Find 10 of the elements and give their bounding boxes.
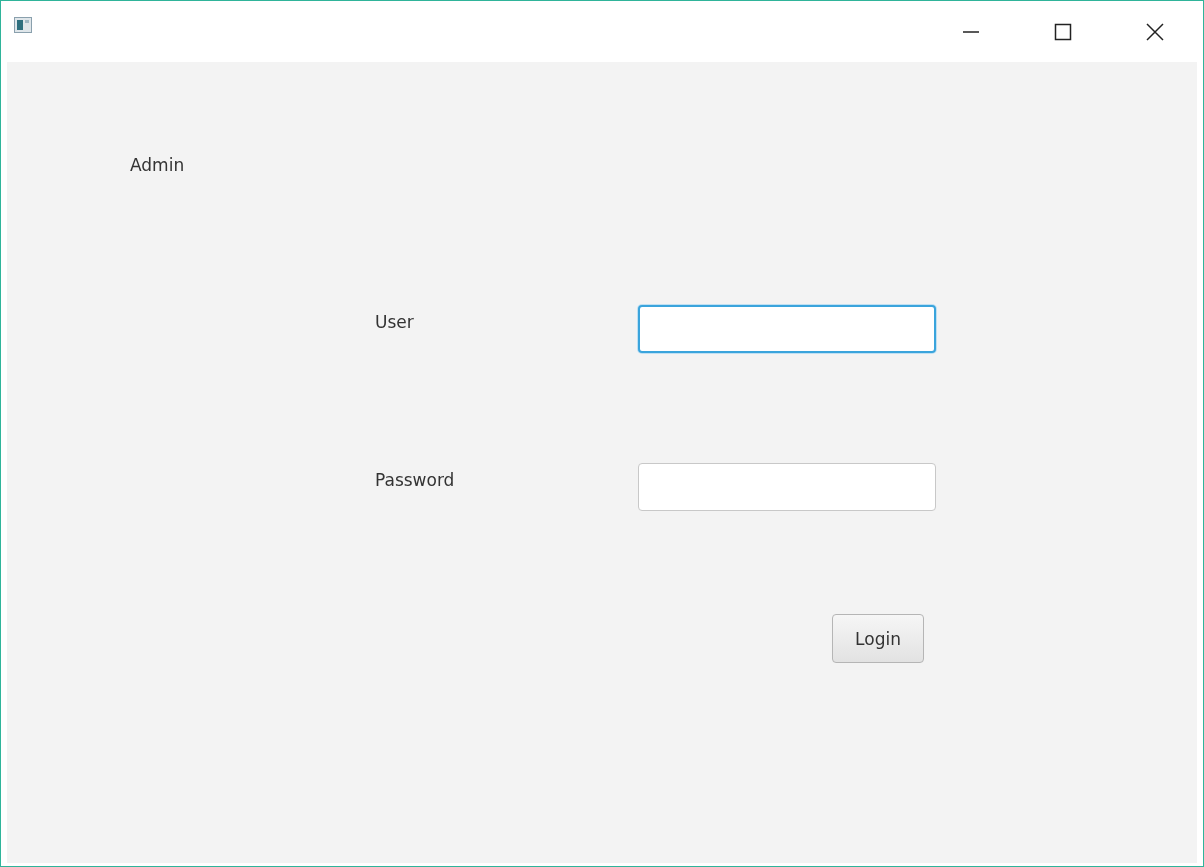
field-label: User bbox=[375, 311, 414, 332]
input-field[interactable] bbox=[638, 305, 936, 353]
close-icon bbox=[1146, 22, 1164, 41]
input-field[interactable] bbox=[638, 463, 936, 511]
minimize-icon bbox=[962, 30, 980, 33]
field-label: Password bbox=[375, 469, 455, 490]
app-icon bbox=[14, 17, 32, 33]
page-heading: Admin bbox=[130, 155, 185, 175]
maximize-icon bbox=[1054, 22, 1072, 41]
login-button[interactable]: Login bbox=[832, 614, 924, 663]
